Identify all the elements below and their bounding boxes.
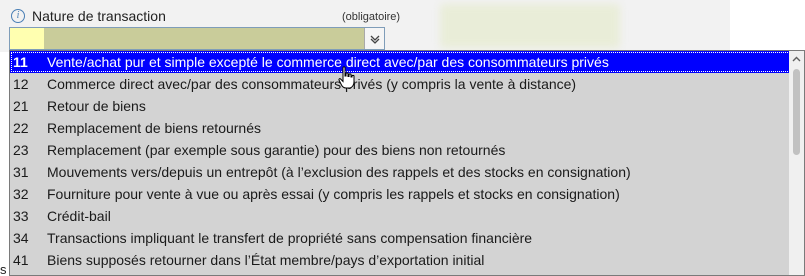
field-label: Nature de transaction (32, 8, 166, 24)
scroll-thumb[interactable] (793, 69, 800, 155)
scroll-up-button[interactable] (789, 51, 804, 66)
option-code: 34 (13, 230, 29, 246)
option-31[interactable]: 31 Mouvements vers/depuis un entrepôt (à … (10, 161, 791, 183)
option-41[interactable]: 41 Biens supposés retourner dans l’État m… (10, 249, 791, 271)
transaction-nature-listbox[interactable]: 11 Vente/achat pur et simple excepté le c… (9, 50, 805, 276)
field-header: i Nature de transaction (obligatoire) (0, 0, 730, 52)
option-label: Transactions impliquant le transfert de … (47, 230, 533, 246)
option-label: Remplacement de biens retournés (47, 120, 262, 136)
blurred-region (440, 4, 620, 48)
option-32[interactable]: 32 Fourniture pour vente à vue ou après e… (10, 183, 791, 205)
option-label: Mouvements vers/depuis un entrepôt (à l’… (47, 164, 631, 180)
option-code: 32 (13, 186, 29, 202)
option-12[interactable]: 12 Commerce direct avec/par des consommat… (10, 73, 791, 95)
option-22[interactable]: 22 Remplacement de biens retournés (10, 117, 791, 139)
info-icon[interactable]: i (11, 9, 25, 23)
option-code: 33 (13, 208, 29, 224)
option-label: Remplacement (par exemple sous garantie)… (47, 142, 506, 158)
option-34[interactable]: 34 Transactions impliquant le transfert d… (10, 227, 791, 249)
edge-text: s (0, 262, 7, 276)
option-code: 31 (13, 164, 29, 180)
option-23[interactable]: 23 Remplacement (par exemple sous garanti… (10, 139, 791, 161)
option-21[interactable]: 21 Retour de biens (10, 95, 791, 117)
required-note: (obligatoire) (342, 11, 401, 23)
option-code: 21 (13, 98, 29, 114)
option-label: Crédit-bail (47, 208, 111, 224)
option-label: Fourniture pour vente à vue ou après ess… (47, 186, 620, 202)
option-33[interactable]: 33 Crédit-bail (10, 205, 791, 227)
option-code: 41 (13, 252, 29, 268)
option-11[interactable]: 11 Vente/achat pur et simple excepté le c… (10, 51, 791, 73)
option-code: 12 (13, 76, 29, 92)
chevron-down-icon (370, 35, 380, 44)
select-current-value (10, 28, 44, 49)
transaction-nature-select[interactable] (9, 27, 385, 50)
hand-pointer-icon (338, 66, 355, 89)
dropdown-toggle-button[interactable] (364, 28, 384, 49)
option-label: Vente/achat pur et simple excepté le com… (47, 54, 609, 70)
option-code: 11 (13, 54, 28, 70)
chevron-up-icon (792, 56, 801, 62)
option-code: 22 (13, 120, 29, 136)
option-label: Retour de biens (47, 98, 146, 114)
option-label: Commerce direct avec/par des consommateu… (47, 76, 577, 92)
scrollbar[interactable] (789, 51, 804, 275)
option-label: Biens supposés retourner dans l’État mem… (47, 252, 485, 268)
option-code: 23 (13, 142, 29, 158)
